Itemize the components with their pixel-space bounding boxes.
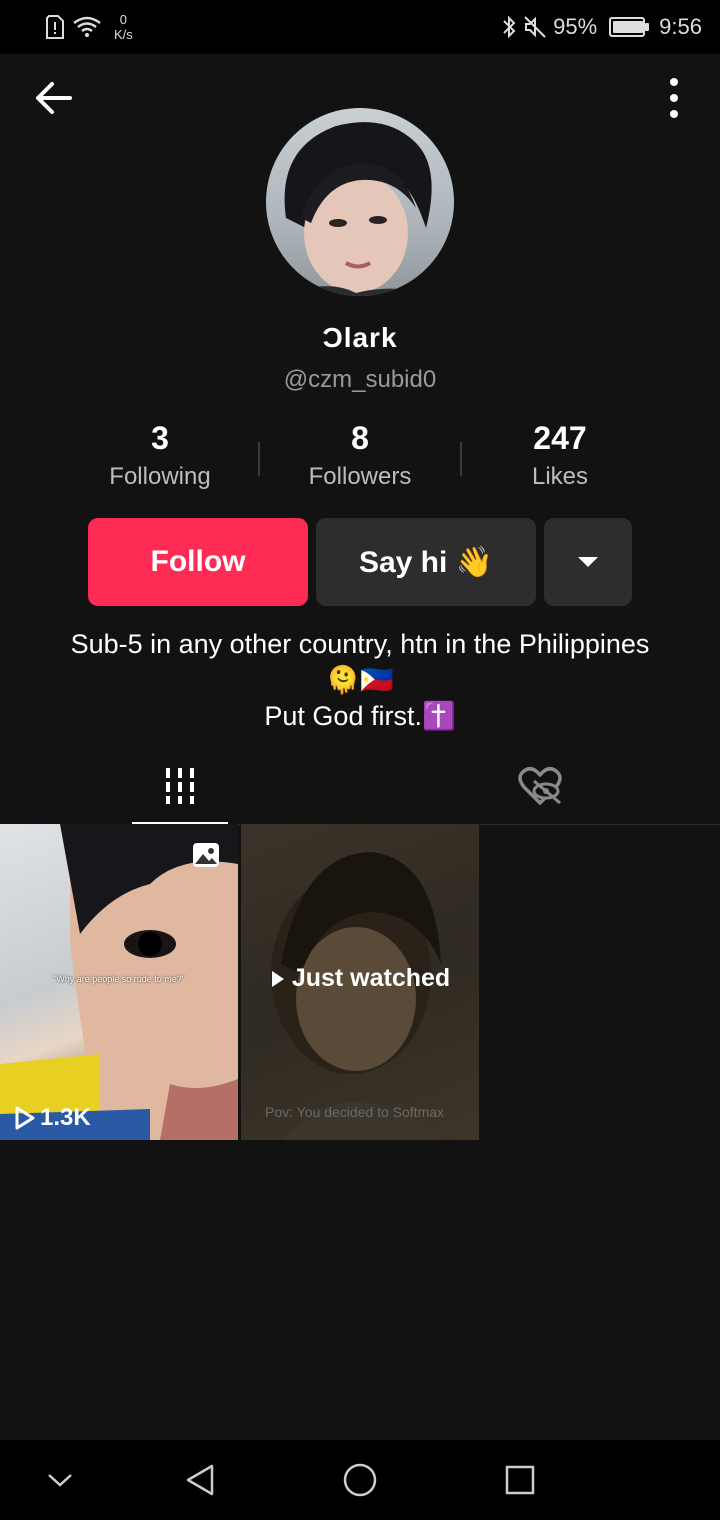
profile-bio: Sub-5 in any other country, htn in the P… bbox=[60, 626, 660, 734]
stat-divider bbox=[460, 442, 462, 476]
nav-home-button[interactable] bbox=[340, 1460, 380, 1500]
network-speed-unit: K/s bbox=[114, 27, 133, 42]
stat-followers[interactable]: 8 Followers bbox=[260, 420, 460, 491]
status-bar: 0 K/s 95% 9:56 bbox=[0, 0, 720, 54]
say-hi-button[interactable]: Say hi 👋 bbox=[316, 518, 536, 606]
hide-nav-button[interactable] bbox=[40, 1460, 80, 1500]
following-count: 3 bbox=[151, 420, 169, 456]
caret-down-icon bbox=[578, 557, 598, 567]
bluetooth-icon bbox=[503, 15, 516, 39]
battery-percent: 95% bbox=[553, 14, 598, 39]
followers-label: Followers bbox=[308, 463, 412, 490]
triangle-back-icon bbox=[186, 1464, 214, 1496]
video-caption: Pov: You decided to Softmax bbox=[265, 1104, 445, 1120]
wifi-icon bbox=[73, 16, 101, 37]
display-name: Ɔlark bbox=[322, 322, 398, 353]
just-watched-label: Just watched bbox=[241, 964, 479, 993]
play-outline-icon bbox=[15, 1106, 35, 1130]
likes-label: Likes bbox=[531, 463, 589, 490]
bio-line: Sub-5 in any other country, htn in the P… bbox=[70, 629, 650, 695]
play-icon bbox=[271, 970, 284, 987]
clock: 9:56 bbox=[659, 14, 702, 39]
more-options-button[interactable] bbox=[664, 76, 684, 120]
content-tabs bbox=[0, 750, 720, 825]
likes-count: 247 bbox=[533, 420, 587, 456]
video-tile[interactable]: Just watched Pov: You decided to Softmax bbox=[241, 824, 479, 1140]
view-count: 1.3K bbox=[14, 1104, 91, 1132]
tab-liked[interactable] bbox=[492, 750, 588, 822]
back-arrow-icon bbox=[36, 82, 72, 114]
more-dot-icon bbox=[670, 110, 678, 118]
circle-home-icon bbox=[343, 1463, 377, 1497]
video-tile[interactable]: "Why are people so rude to me?" 1.3K bbox=[0, 824, 238, 1140]
nav-recents-button[interactable] bbox=[500, 1460, 540, 1500]
tab-videos[interactable] bbox=[132, 750, 228, 825]
network-speed-value: 0 bbox=[119, 12, 128, 27]
photo-post-icon bbox=[193, 843, 219, 867]
avatar[interactable] bbox=[266, 108, 454, 296]
stat-likes[interactable]: 247 Likes bbox=[460, 420, 660, 491]
sim-alert-icon bbox=[46, 15, 64, 39]
suggested-accounts-button[interactable] bbox=[544, 518, 632, 606]
nav-back-button[interactable] bbox=[180, 1460, 220, 1500]
avatar-portrait-icon bbox=[284, 122, 436, 296]
profile-stats: 3 Following 8 Followers 247 Likes bbox=[60, 420, 660, 491]
stat-following[interactable]: 3 Following bbox=[60, 420, 260, 491]
stat-divider bbox=[258, 442, 260, 476]
back-button[interactable] bbox=[30, 76, 78, 120]
follow-button[interactable]: Follow bbox=[88, 518, 308, 606]
view-count-value: 1.3K bbox=[40, 1104, 91, 1131]
just-watched-text: Just watched bbox=[291, 964, 451, 992]
battery-icon bbox=[609, 17, 650, 37]
mute-icon bbox=[524, 16, 546, 38]
following-label: Following bbox=[109, 463, 211, 490]
followers-count: 8 bbox=[351, 420, 369, 456]
username-handle: @czm_subid0 bbox=[283, 366, 437, 393]
square-recents-icon bbox=[505, 1465, 535, 1495]
grid-icon bbox=[166, 768, 194, 804]
system-nav-bar bbox=[0, 1440, 720, 1520]
chevron-down-icon bbox=[48, 1474, 72, 1487]
bio-line: Put God first.✝️ bbox=[264, 701, 456, 731]
more-dot-icon bbox=[670, 94, 678, 102]
more-dot-icon bbox=[670, 78, 678, 86]
video-caption: "Why are people so rude to me?" bbox=[53, 974, 185, 984]
network-speed: 0 K/s bbox=[114, 12, 133, 42]
hidden-heart-icon bbox=[518, 767, 562, 805]
